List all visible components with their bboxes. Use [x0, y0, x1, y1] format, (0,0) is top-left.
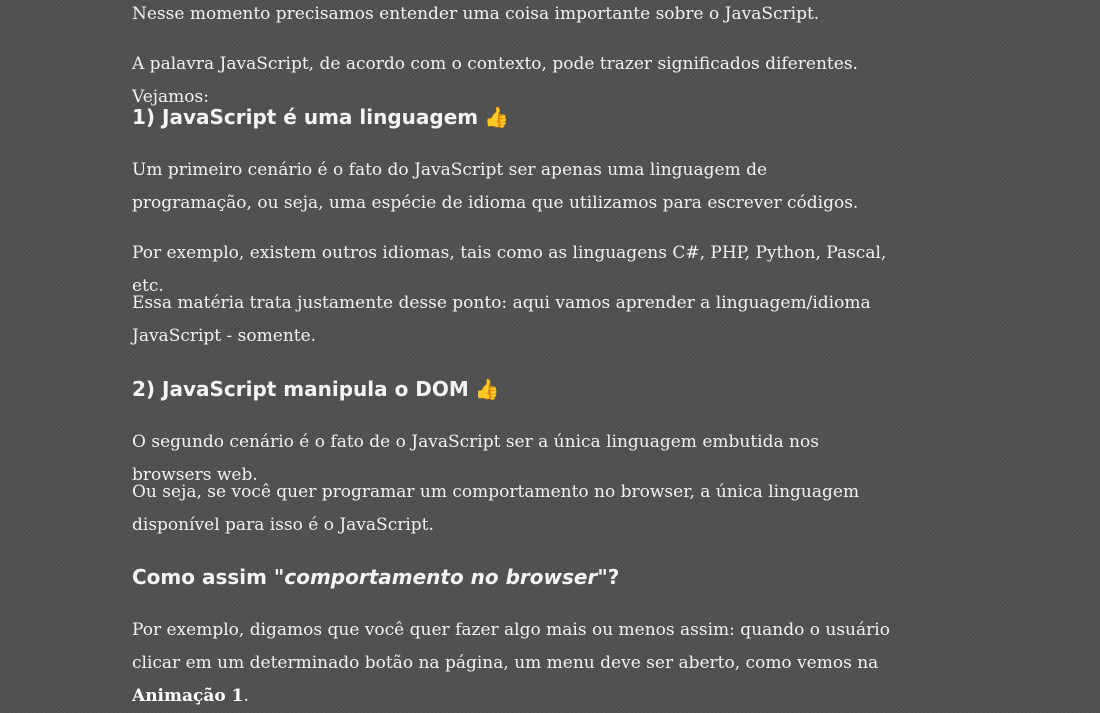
section-3-heading-suffix: "? — [597, 565, 620, 589]
section-3-heading-prefix: Como assim " — [132, 565, 285, 589]
section-3-paragraph-end: . — [243, 686, 249, 706]
thumbs-up-icon: 👍 — [484, 105, 509, 129]
section-3-heading-emphasis: comportamento no browser — [284, 565, 598, 589]
section-1-heading-text: 1) JavaScript é uma linguagem — [132, 105, 479, 129]
intro-paragraph-1: Nesse momento precisamos entender uma co… — [132, 4, 820, 24]
section-2-paragraph-2: Ou seja, se você quer programar um compo… — [132, 482, 860, 535]
thumbs-up-icon: 👍 — [474, 377, 500, 401]
section-2-heading: 2) JavaScript manipula o DOM 👍 — [132, 375, 892, 403]
section-3-heading: Como assim "comportamento no browser"? — [132, 563, 892, 591]
section-1-paragraph-3: Essa matéria trata justamente desse pont… — [132, 293, 871, 346]
animation-reference: Animação 1 — [132, 686, 244, 706]
section-2-heading-text: 2) JavaScript manipula o DOM — [132, 377, 469, 401]
section-1-heading: 1) JavaScript é uma linguagem 👍 — [132, 103, 892, 131]
section-3-paragraph-1: Por exemplo, digamos que você quer fazer… — [132, 614, 892, 713]
section-1-paragraph-1: Um primeiro cenário é o fato do JavaScri… — [132, 160, 859, 213]
section-3-paragraph-text: Por exemplo, digamos que você quer fazer… — [132, 620, 890, 673]
